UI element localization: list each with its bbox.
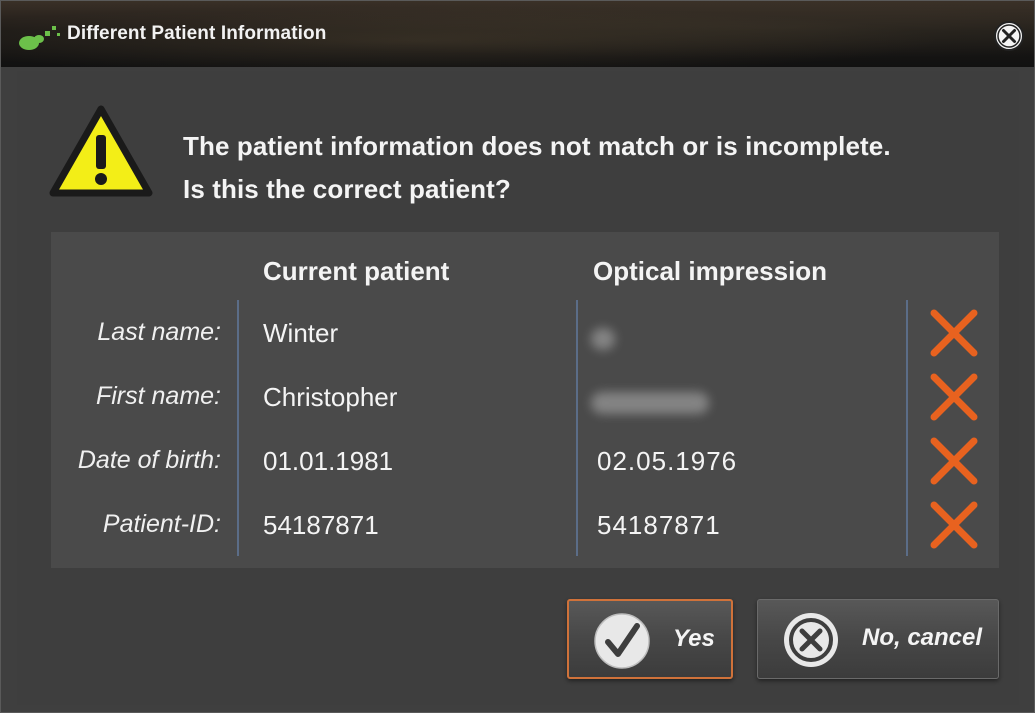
label-patient-id: Patient-ID: (102, 510, 221, 538)
red-x-icon (930, 373, 978, 421)
no-cancel-button-label: No, cancel (862, 624, 983, 651)
optical-first-name-blurred (591, 392, 709, 414)
label-first-name: First name: (95, 382, 221, 410)
label-date-of-birth: Date of birth: (77, 446, 221, 474)
title-bar[interactable]: Different Patient Information (1, 1, 1034, 67)
warning-message: The patient information does not match o… (183, 125, 891, 211)
patient-comparison-table: Current patient Optical impression Last … (51, 232, 999, 568)
yes-button[interactable]: Yes (567, 599, 733, 679)
yes-button-label: Yes (673, 625, 715, 652)
no-cancel-button[interactable]: No, cancel (757, 599, 999, 679)
current-patient-id: 54187871 (263, 510, 379, 540)
message-line-1: The patient information does not match o… (183, 131, 891, 161)
current-first-name: Christopher (263, 382, 398, 412)
dialog-window: Different Patient Information The patien… (0, 0, 1035, 713)
header-optical-impression: Optical impression (593, 256, 828, 286)
message-line-2: Is this the correct patient? (183, 174, 511, 204)
column-divider (237, 300, 239, 556)
app-logo-icon (19, 26, 60, 50)
column-divider (576, 300, 578, 556)
optical-date-of-birth: 02.05.1976 (597, 446, 738, 476)
column-divider (906, 300, 908, 556)
close-icon[interactable] (992, 19, 1026, 53)
red-x-icon (930, 437, 978, 485)
red-x-icon (930, 309, 978, 357)
warning-triangle-icon (49, 105, 153, 197)
dialog-body: The patient information does not match o… (17, 71, 1019, 705)
header-current-patient: Current patient (263, 256, 450, 286)
current-last-name: Winter (263, 318, 339, 348)
window-title: Different Patient Information (67, 23, 327, 44)
optical-patient-id: 54187871 (597, 510, 721, 540)
x-circle-icon (784, 613, 838, 667)
label-last-name: Last name: (97, 318, 221, 346)
checkmark-circle-icon (594, 613, 650, 669)
current-date-of-birth: 01.01.1981 (263, 446, 394, 476)
optical-last-name-blurred (591, 328, 615, 350)
red-x-icon (930, 501, 978, 549)
